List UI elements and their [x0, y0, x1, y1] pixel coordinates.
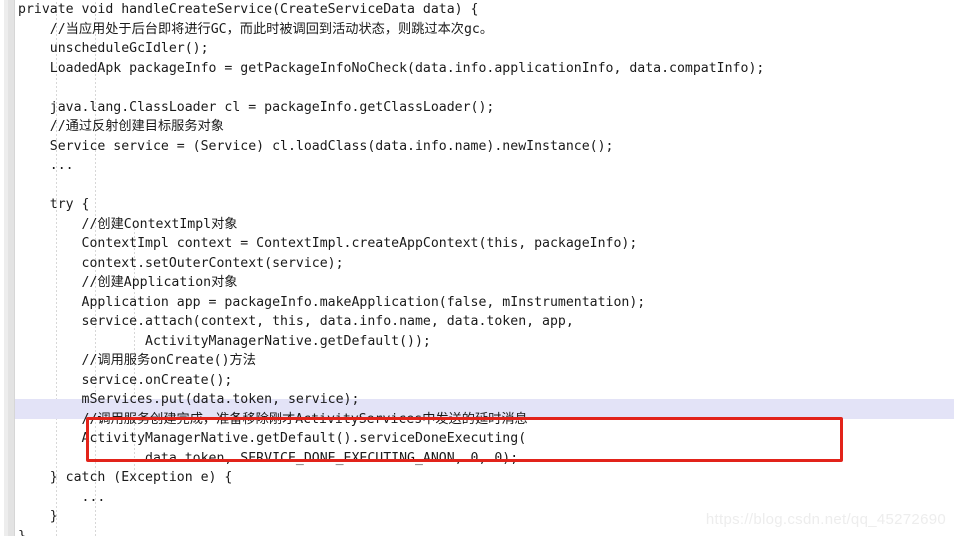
code-line: //当应用处于后台即将进行GC，而此时被调回到活动状态，则跳过本次gc。 [18, 21, 494, 37]
code-line-highlighted: //调用服务创建完成，准备移除刚才ActivityServices中发送的延时消… [18, 411, 528, 427]
code-line: //创建ContextImpl对象 [18, 216, 238, 232]
code-line: unscheduleGcIdler(); [18, 41, 209, 56]
code-block[interactable]: private void handleCreateService(CreateS… [0, 0, 954, 536]
code-editor: private void handleCreateService(CreateS… [0, 0, 954, 536]
code-line: service.onCreate(); [18, 372, 233, 388]
code-line: try { [18, 197, 90, 212]
code-line: //创建Application对象 [18, 275, 238, 290]
code-line: LoadedApk packageInfo = getPackageInfoNo… [18, 60, 765, 76]
code-line: //通过反射创建目标服务对象 [18, 119, 224, 134]
code-line: Service service = (Service) cl.loadClass… [18, 138, 614, 154]
code-line: mServices.put(data.token, service); [18, 392, 360, 407]
code-line-annotated: data.token, SERVICE_DONE_EXECUTING_ANON,… [18, 450, 519, 466]
code-line: context.setOuterContext(service); [18, 255, 344, 271]
code-line: service.attach(context, this, data.info.… [18, 314, 574, 329]
code-line: ... [18, 158, 74, 173]
code-line: ... [18, 489, 106, 505]
code-line: java.lang.ClassLoader cl = packageInfo.g… [18, 99, 495, 115]
code-line: Application app = packageInfo.makeApplic… [18, 294, 646, 310]
code-line-annotated: ActivityManagerNative.getDefault().servi… [18, 431, 527, 446]
code-line: ContextImpl context = ContextImpl.create… [18, 236, 638, 251]
watermark-text: https://blog.csdn.net/qq_45272690 [705, 511, 946, 528]
code-line: } catch (Exception e) { [18, 470, 233, 485]
code-line: private void handleCreateService(CreateS… [18, 2, 479, 17]
code-line: //调用服务onCreate()方法 [18, 353, 256, 368]
code-line: ActivityManagerNative.getDefault()); [18, 333, 431, 349]
